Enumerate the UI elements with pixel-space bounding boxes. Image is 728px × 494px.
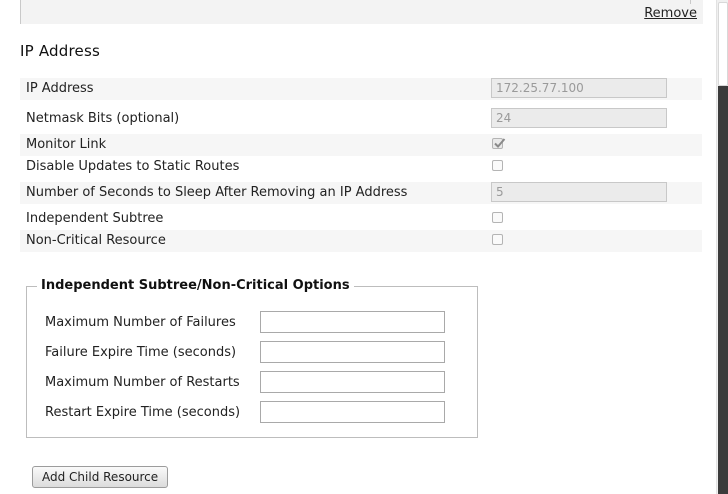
disable-updates-checkbox[interactable] — [492, 160, 503, 171]
sleep-seconds-row: Number of Seconds to Sleep After Removin… — [20, 182, 702, 204]
failure-expire-input[interactable] — [260, 341, 445, 363]
sleep-seconds-label: Number of Seconds to Sleep After Removin… — [26, 185, 408, 200]
independent-subtree-label: Independent Subtree — [26, 211, 164, 226]
netmask-input[interactable]: 24 — [491, 108, 667, 128]
monitor-link-row: Monitor Link — [20, 134, 702, 156]
independent-subtree-checkbox[interactable] — [492, 212, 503, 223]
ip-address-row: IP Address 172.25.77.100 — [20, 78, 702, 100]
disable-updates-row: Disable Updates to Static Routes — [20, 156, 702, 178]
max-failures-label: Maximum Number of Failures — [45, 315, 236, 330]
max-failures-input[interactable] — [260, 311, 445, 333]
scrollbar-track — [718, 86, 728, 494]
restart-expire-label: Restart Expire Time (seconds) — [45, 405, 241, 420]
non-critical-checkbox[interactable] — [492, 234, 503, 245]
section-title: IP Address — [20, 42, 100, 60]
max-restarts-input[interactable] — [260, 371, 445, 393]
scrollbar-thumb[interactable] — [718, 2, 728, 86]
checkmark-icon — [494, 138, 506, 148]
panel-divider — [690, 0, 691, 4]
monitor-link-label: Monitor Link — [26, 137, 107, 152]
netmask-label: Netmask Bits (optional) — [26, 111, 180, 126]
max-restarts-label: Maximum Number of Restarts — [45, 375, 240, 390]
resource-config-page: Remove IP Address IP Address 172.25.77.1… — [0, 0, 728, 494]
netmask-row: Netmask Bits (optional) 24 — [20, 108, 702, 130]
disable-updates-label: Disable Updates to Static Routes — [26, 159, 240, 174]
remove-link[interactable]: Remove — [644, 6, 697, 21]
ip-address-input[interactable]: 172.25.77.100 — [491, 78, 667, 98]
vertical-scrollbar[interactable] — [716, 0, 728, 494]
max-restarts-row: Maximum Number of Restarts — [45, 371, 465, 393]
failure-expire-row: Failure Expire Time (seconds) — [45, 341, 465, 363]
sleep-seconds-input[interactable]: 5 — [491, 182, 667, 202]
monitor-link-checkbox[interactable] — [492, 138, 506, 149]
independent-subtree-row: Independent Subtree — [20, 208, 702, 230]
ip-address-label: IP Address — [26, 81, 94, 96]
non-critical-label: Non-Critical Resource — [26, 233, 166, 248]
failure-expire-label: Failure Expire Time (seconds) — [45, 345, 237, 360]
max-failures-row: Maximum Number of Failures — [45, 311, 465, 333]
non-critical-row: Non-Critical Resource — [20, 230, 702, 252]
fieldset-legend: Independent Subtree/Non-Critical Options — [37, 278, 354, 293]
restart-expire-row: Restart Expire Time (seconds) — [45, 401, 465, 423]
parent-resource-panel: Remove — [20, 0, 703, 24]
restart-expire-input[interactable] — [260, 401, 445, 423]
subtree-options-fieldset: Independent Subtree/Non-Critical Options… — [26, 278, 478, 438]
add-child-resource-button[interactable]: Add Child Resource — [32, 466, 169, 488]
